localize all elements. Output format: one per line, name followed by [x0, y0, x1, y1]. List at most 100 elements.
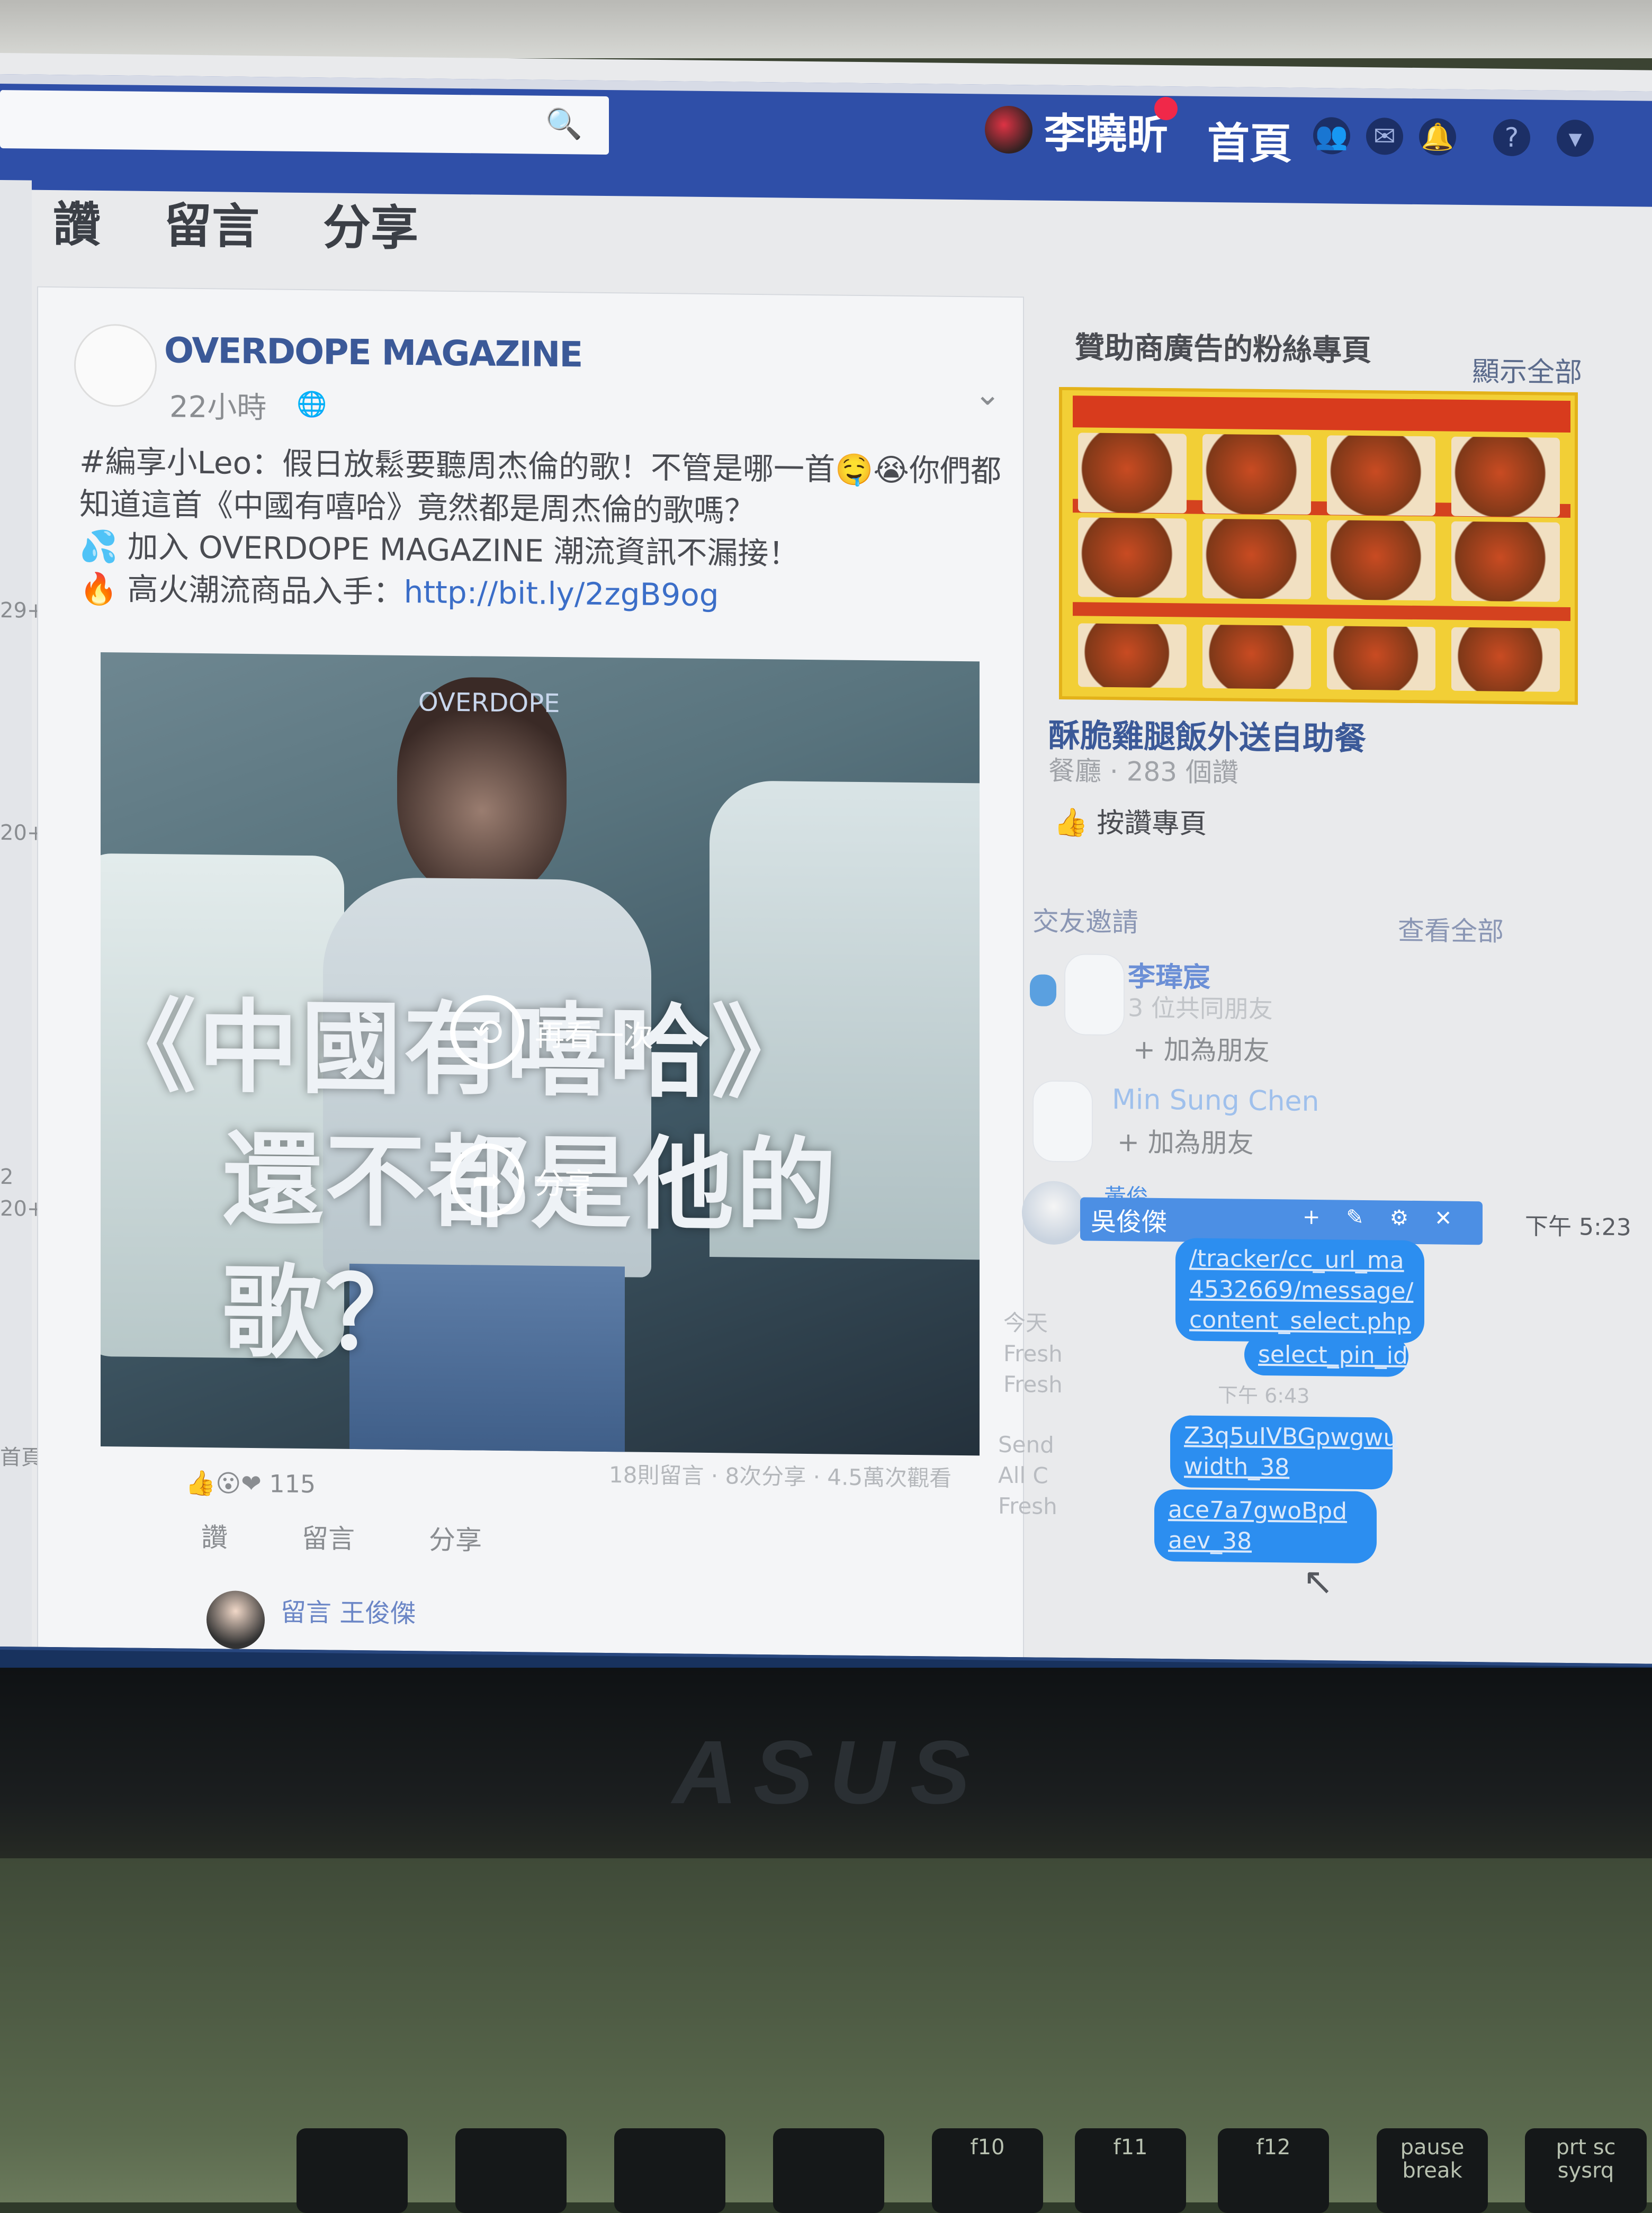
- message-line: width_38: [1184, 1453, 1290, 1481]
- sidebar-count: 2: [0, 1165, 14, 1190]
- ad-food-tile: [1327, 435, 1435, 516]
- post-text-prefix: 🔥 高火潮流商品入手：: [79, 570, 404, 610]
- post-actions: 讚 留言 分享: [201, 1516, 482, 1558]
- sponsored-header: 贊助商廣告的粉絲專頁: [1075, 330, 1371, 368]
- keyboard-key[interactable]: pause break: [1377, 2128, 1488, 2213]
- globe-icon: 🌐: [297, 389, 327, 419]
- page-avatar[interactable]: [74, 323, 157, 408]
- friend-requests-icon[interactable]: 👥: [1313, 116, 1350, 155]
- overlay-share-label: 分享: [535, 1166, 594, 1202]
- keyboard-key[interactable]: prt sc sysrq: [1525, 2128, 1647, 2213]
- ad-food-tile: [1202, 624, 1311, 689]
- ad-food-tile: [1202, 434, 1311, 515]
- post-video-thumbnail[interactable]: OVERDOPE 《中國有嘻哈》 還不都是他的歌？ ⟲ 再看一次 ➦ 分享: [101, 652, 980, 1456]
- ad-food-tile: [1078, 433, 1187, 514]
- ad-food-tile: [1451, 436, 1560, 517]
- ad-food-tile: [1327, 520, 1435, 601]
- side-line: Send: [998, 1431, 1054, 1458]
- keyboard-key[interactable]: f12: [1218, 2128, 1329, 2213]
- like-button[interactable]: 讚: [53, 186, 101, 255]
- ad-image[interactable]: [1059, 386, 1578, 705]
- chat-message[interactable]: ace7a7gwoBpd aev_38: [1154, 1489, 1377, 1564]
- avatar[interactable]: [1032, 1080, 1093, 1163]
- message-line: ace7a7gwoBpd: [1168, 1496, 1348, 1525]
- keyboard-key[interactable]: f10: [932, 2128, 1043, 2213]
- chat-side-text: Send All C Fresh: [998, 1429, 1057, 1522]
- see-all-link[interactable]: 顯示全部: [1472, 349, 1582, 390]
- share-arrow-icon: ➦: [450, 1143, 524, 1218]
- person-icon: [1030, 974, 1056, 1006]
- side-line: Fresh: [1003, 1340, 1063, 1368]
- keyboard-key[interactable]: [773, 2128, 884, 2213]
- nav-profile-link[interactable]: 李曉昕: [985, 100, 1168, 160]
- comment-button[interactable]: 留言: [302, 1517, 355, 1556]
- search-input[interactable]: [0, 90, 609, 155]
- more-options-icon[interactable]: ⌄: [974, 375, 1001, 413]
- message-line: Z3q5uIVBGpwgwu: [1184, 1422, 1398, 1452]
- side-line: Fresh: [998, 1492, 1057, 1519]
- help-icon[interactable]: ?: [1493, 119, 1530, 157]
- add-friend-button[interactable]: + 加為朋友: [1117, 1121, 1254, 1161]
- post-timestamp[interactable]: 22小時: [169, 383, 266, 427]
- ad-food-tile: [1451, 627, 1560, 692]
- previous-post-actions: 讚 留言 分享: [53, 186, 418, 258]
- keyboard-key[interactable]: [297, 2128, 408, 2213]
- ad-like-button[interactable]: 👍 按讚專頁: [1054, 800, 1207, 841]
- comment-button[interactable]: 留言: [164, 187, 259, 257]
- keyboard-key[interactable]: f11: [1075, 2128, 1186, 2213]
- ad-banner: [1073, 395, 1570, 433]
- add-friend-button[interactable]: + 加為朋友: [1133, 1028, 1270, 1068]
- ad-food-tile: [1078, 623, 1187, 688]
- account-menu-icon[interactable]: ▾: [1557, 119, 1594, 157]
- keyboard-key[interactable]: [455, 2128, 567, 2213]
- image-watermark: OVERDOPE: [418, 687, 560, 719]
- share-button[interactable]: 分享: [429, 1518, 482, 1557]
- post-text: #編享小Leo：假日放鬆要聽周杰倫的歌！不管是哪一首🤤😭你們都 知道這首《中國有…: [79, 440, 1001, 619]
- home-link[interactable]: 首頁: [1207, 109, 1292, 172]
- chat-controls[interactable]: + ✎ ⚙ ✕: [1303, 1205, 1462, 1231]
- post-page-name[interactable]: OVERDOPE MAGAZINE: [164, 330, 582, 375]
- message-line: 4532669/message/: [1189, 1275, 1414, 1305]
- avatar[interactable]: [1064, 953, 1125, 1036]
- comment-avatar[interactable]: [206, 1590, 265, 1650]
- suggestion-name[interactable]: Min Sung Chen: [1112, 1084, 1319, 1118]
- search-icon[interactable]: 🔍: [545, 106, 582, 144]
- side-line: All C: [998, 1462, 1048, 1489]
- suggestion-mutual: 3 位共同朋友: [1128, 993, 1273, 1024]
- keyboard-key[interactable]: [614, 2128, 725, 2213]
- like-button[interactable]: 讚: [201, 1516, 228, 1555]
- monitor-top-edge: [0, 0, 1652, 58]
- chat-message[interactable]: Z3q5uIVBGpwgwu width_38: [1170, 1415, 1398, 1490]
- replay-button[interactable]: ⟲ 再看一次: [450, 994, 653, 1071]
- ad-page-meta: 餐廳 · 283 個讚: [1048, 755, 1239, 788]
- chat-avatar[interactable]: [1022, 1181, 1085, 1245]
- share-button[interactable]: 分享: [323, 188, 418, 258]
- profile-name: 李曉昕: [1044, 110, 1169, 159]
- post-stats[interactable]: 18則留言 · 8次分享 · 4.5萬次觀看: [609, 1457, 951, 1493]
- message-line: aev_38: [1168, 1527, 1252, 1555]
- avatar: [985, 105, 1032, 154]
- overlay-share-button[interactable]: ➦ 分享: [450, 1143, 594, 1219]
- ad-food-tile: [1451, 521, 1560, 602]
- side-line: Fresh: [1003, 1371, 1063, 1398]
- mouse-cursor-icon: ↖: [1303, 1559, 1334, 1604]
- chat-contact-name: 吳俊傑: [1091, 1207, 1168, 1238]
- replay-label: 再看一次: [535, 1018, 653, 1054]
- chat-message[interactable]: select_pin_id: [1244, 1334, 1408, 1377]
- message-line: /tracker/cc_url_ma: [1189, 1245, 1404, 1274]
- ad-food-tile: [1078, 517, 1187, 598]
- messages-icon[interactable]: ✉: [1366, 118, 1403, 155]
- chat-message[interactable]: /tracker/cc_url_ma 4532669/message/ cont…: [1175, 1238, 1424, 1344]
- reactions-summary[interactable]: 👍😮❤ 115: [185, 1469, 316, 1499]
- comment-author[interactable]: 留言 王俊傑: [281, 1591, 416, 1630]
- bezel-logo: ASUS: [672, 1722, 986, 1823]
- side-line: 今天: [1003, 1309, 1048, 1336]
- notifications-icon[interactable]: 🔔: [1419, 118, 1456, 156]
- post-link[interactable]: http://bit.ly/2zgB9og: [404, 574, 719, 613]
- see-all-link[interactable]: 查看全部: [1398, 910, 1504, 949]
- chat-timestamp: 下午 5:23: [1525, 1213, 1631, 1242]
- replay-icon: ⟲: [450, 994, 524, 1070]
- chat-timestamp: 下午 6:43: [1218, 1383, 1310, 1408]
- ad-food-tile: [1327, 626, 1435, 691]
- ad-food-tile: [1202, 518, 1311, 599]
